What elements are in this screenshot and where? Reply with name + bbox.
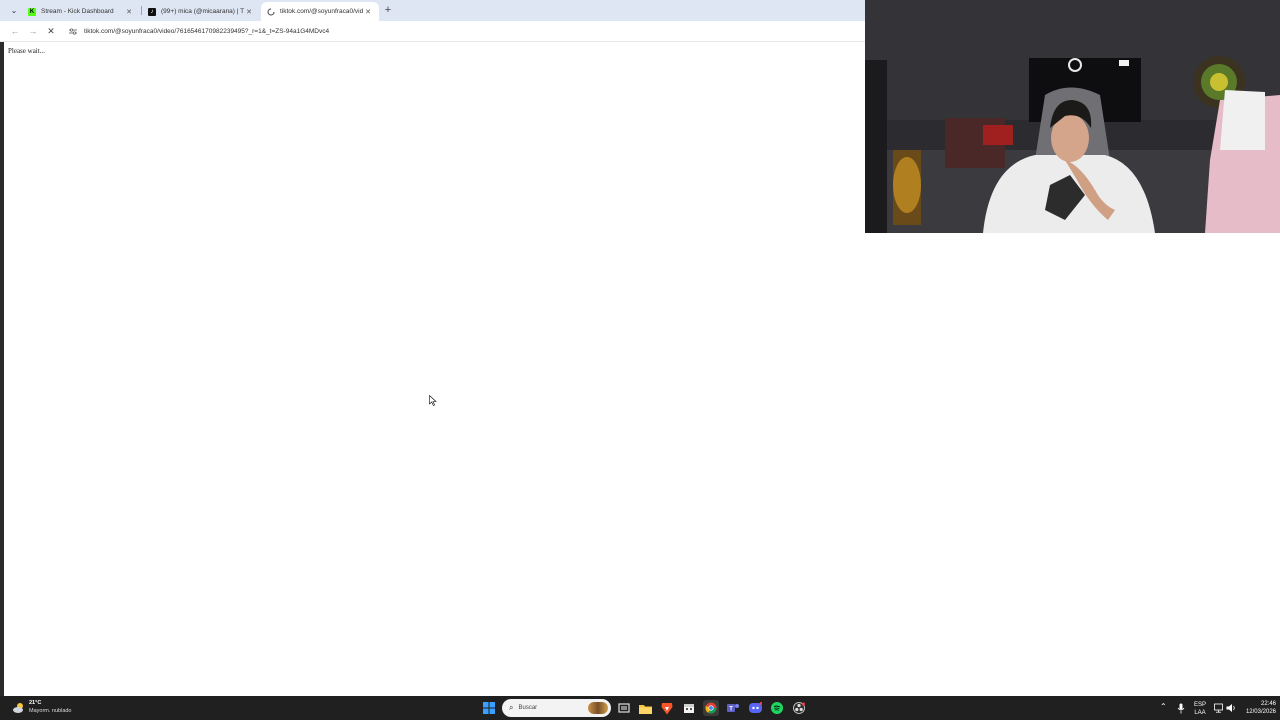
clock-date: 12/03/2026 [1245, 709, 1276, 715]
teams-icon[interactable]: T [725, 700, 741, 716]
tab-kick-dashboard[interactable]: K Stream - Kick Dashboard ✕ [22, 2, 140, 21]
page-content-lower [0, 233, 1280, 696]
loading-spinner-icon [267, 7, 275, 16]
webcam-overlay [865, 0, 1280, 233]
volume-icon[interactable] [1223, 700, 1239, 716]
new-tab-plus-icon[interactable]: + [382, 3, 394, 17]
window-edge [0, 42, 4, 696]
keyboard-language-indicator[interactable]: ESP LAA [1191, 701, 1209, 717]
back-arrow-icon[interactable]: ← [8, 25, 22, 38]
kick-icon: K [28, 7, 36, 16]
close-icon[interactable]: ✕ [363, 8, 373, 16]
windows-taskbar: 21°C Mayorm. nublado ⌕ Buscar T ⌃ ESP LA… [0, 696, 1280, 720]
site-settings-icon[interactable] [67, 27, 79, 37]
tab-title: (99+) mica (@micaarana) | TikTok [161, 8, 244, 15]
microphone-icon[interactable] [1173, 700, 1189, 716]
address-bar[interactable]: tiktok.com/@soyunfraca0/video/7616546170… [62, 24, 862, 39]
browser-toolbar: ← → ✕ tiktok.com/@soyunfraca0/video/7616… [0, 21, 866, 42]
search-highlight-image [588, 702, 608, 714]
chrome-icon[interactable] [703, 700, 719, 716]
search-icon: ⌕ [509, 703, 514, 712]
calendar-app-icon[interactable] [681, 700, 697, 716]
address-url: tiktok.com/@soyunfraca0/video/7616546170… [84, 28, 330, 35]
spotify-icon[interactable] [769, 700, 785, 716]
windows-start-icon[interactable] [481, 700, 497, 716]
loading-status-text: Please wait... [8, 47, 45, 55]
weather-cloudy-icon[interactable] [12, 701, 26, 715]
tab-tiktok-mica[interactable]: ♪ (99+) mica (@micaarana) | TikTok ✕ [142, 2, 260, 21]
streamer-webcam-image [865, 0, 1280, 233]
tab-title: Stream - Kick Dashboard [41, 8, 114, 15]
show-hidden-icons-chevron-icon[interactable]: ⌃ [1160, 703, 1167, 711]
clock-time: 22:46 [1260, 701, 1276, 707]
mouse-cursor-icon [429, 395, 437, 406]
tiktok-icon: ♪ [148, 7, 156, 16]
tab-search-chevron-icon[interactable]: ⌄ [8, 4, 20, 16]
search-placeholder: Buscar [518, 705, 538, 711]
close-icon[interactable]: ✕ [244, 8, 254, 16]
tab-title: tiktok.com/@soyunfraca0/video/7616546170… [280, 8, 363, 15]
brave-browser-icon[interactable] [659, 700, 675, 716]
system-clock[interactable]: 22:46 12/03/2026 [1240, 700, 1276, 716]
stop-loading-icon[interactable]: ✕ [44, 25, 58, 38]
svg-text:T: T [729, 706, 733, 712]
close-icon[interactable]: ✕ [124, 8, 134, 16]
forward-arrow-icon[interactable]: → [26, 25, 40, 38]
weather-condition: Mayorm. nublado [29, 708, 72, 714]
file-explorer-icon[interactable] [637, 700, 653, 716]
browser-tab-strip: ⌄ K Stream - Kick Dashboard ✕ ♪ (99+) mi… [0, 0, 866, 21]
tab-tiktok-video[interactable]: tiktok.com/@soyunfraca0/video/7616546170… [261, 2, 379, 21]
discord-icon[interactable] [747, 700, 763, 716]
obs-studio-icon[interactable] [791, 700, 807, 716]
weather-temperature: 21°C [29, 700, 42, 706]
task-view-icon[interactable] [616, 700, 632, 716]
taskbar-search-input[interactable]: ⌕ Buscar [502, 699, 611, 717]
keyboard-layout: LAA [1194, 710, 1206, 716]
language-code: ESP [1193, 702, 1206, 708]
